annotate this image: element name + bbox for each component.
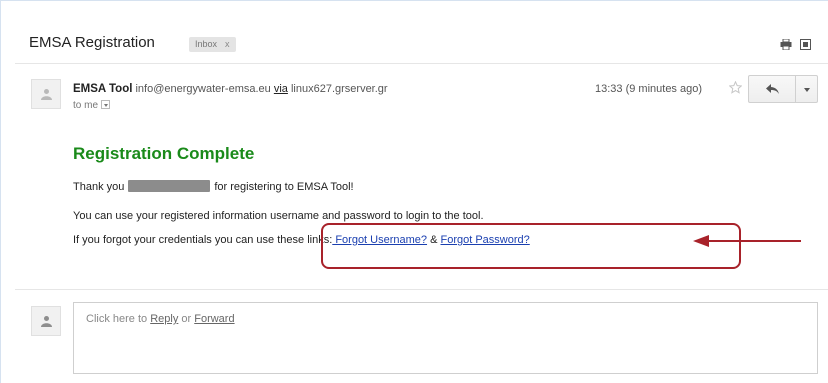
reply-button[interactable] bbox=[748, 75, 796, 103]
reply-prompt: Click here to Reply or Forward bbox=[86, 313, 235, 325]
divider bbox=[15, 63, 828, 64]
via-link[interactable]: via bbox=[274, 83, 288, 95]
person-icon bbox=[41, 316, 52, 327]
email-subject: EMSA Registration bbox=[29, 34, 155, 51]
annotation-arrow bbox=[693, 235, 801, 247]
redacted-name bbox=[128, 180, 211, 192]
message-time: 13:33 (9 minutes ago) bbox=[595, 83, 703, 95]
forward-link[interactable]: Forward bbox=[194, 313, 234, 325]
more-actions-button[interactable] bbox=[795, 75, 818, 103]
person-icon bbox=[41, 89, 52, 100]
inbox-label[interactable]: Inbox x bbox=[189, 37, 236, 52]
recipient-line: to me bbox=[73, 100, 111, 111]
reply-link[interactable]: Reply bbox=[150, 313, 178, 325]
annotation-highlight-box bbox=[321, 223, 741, 269]
reply-arrow-icon bbox=[766, 84, 779, 94]
sender-name[interactable]: EMSA Tool bbox=[73, 83, 132, 95]
reply-compose-box[interactable]: Click here to Reply or Forward bbox=[73, 302, 818, 374]
email-window: EMSA Registration Inbox x EMSA Tool info@… bbox=[0, 0, 828, 383]
sender-avatar bbox=[31, 79, 61, 109]
my-avatar bbox=[31, 306, 61, 336]
show-details-dropdown[interactable] bbox=[101, 100, 111, 109]
label-remove[interactable]: x bbox=[225, 39, 230, 49]
reply-prompt-text: Click here to bbox=[86, 313, 148, 325]
popout-icon[interactable] bbox=[800, 39, 811, 50]
thanks-text: Thank you bbox=[73, 181, 125, 193]
or-text: or bbox=[181, 313, 192, 325]
sender-email: info@energywater-emsa.eu bbox=[135, 83, 271, 95]
sender-line: EMSA Tool info@energywater-emsa.eu via l… bbox=[73, 83, 388, 95]
via-server: linux627.grserver.gr bbox=[290, 83, 388, 95]
star-icon[interactable] bbox=[729, 81, 742, 94]
subject-bar: EMSA Registration Inbox x bbox=[1, 1, 828, 52]
body-line-thanks: Thank you for registering to EMSA Tool! bbox=[73, 180, 354, 193]
body-line-info: You can use your registered information … bbox=[73, 210, 484, 222]
print-icon[interactable] bbox=[780, 39, 792, 50]
registration-title: Registration Complete bbox=[73, 144, 255, 163]
links-intro: If you forgot your credentials you can u… bbox=[73, 234, 333, 246]
thanks-text-end: for registering to EMSA Tool! bbox=[214, 181, 354, 193]
divider bbox=[15, 289, 828, 290]
label-text: Inbox bbox=[195, 39, 218, 49]
recipient-text: to me bbox=[73, 100, 99, 111]
